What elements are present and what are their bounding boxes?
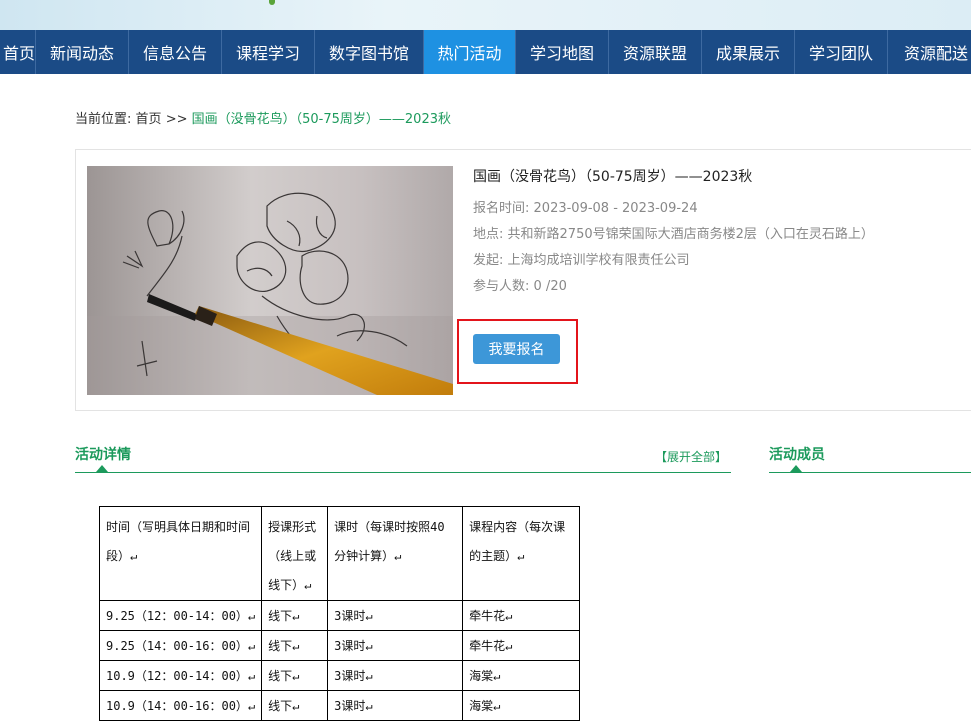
table-row: 9.25（14：00-16：00）↵ 线下↵ 3课时↵ 牵牛花↵: [98, 630, 581, 661]
table-header-cell: 时间（写明具体日期和时间段）↵: [98, 506, 263, 601]
table-cell: 3课时↵: [327, 660, 464, 691]
nav-item-home[interactable]: 首页: [0, 30, 36, 74]
nav-item-label: 数字图书馆: [328, 44, 409, 63]
nav-item-label: 资源配送: [904, 44, 969, 63]
nav-item-news[interactable]: 新闻动态: [36, 30, 129, 74]
activity-image[interactable]: [87, 166, 453, 395]
table-row: 10.9（12：00-14：00）↵ 线下↵ 3课时↵ 海棠↵: [98, 660, 581, 691]
table-cell: 3课时↵: [327, 600, 464, 631]
table-row: 10.9（14：00-16：00）↵ 线下↵ 3课时↵ 海棠↵: [98, 690, 581, 721]
table-cell: 线下↵: [261, 630, 329, 661]
nav-item-label: 新闻动态: [49, 44, 114, 63]
logo-sprout-icon: [269, 0, 275, 5]
section-pointer-icon: [96, 465, 108, 472]
section-pointer-icon: [790, 465, 802, 472]
nav-item-label: 热门活动: [437, 44, 502, 63]
signup-time-value: 2023-09-08 - 2023-09-24: [533, 201, 698, 216]
nav-item-resource-delivery[interactable]: 资源配送: [888, 30, 971, 74]
table-cell: 10.9（14：00-16：00）↵: [98, 690, 263, 721]
breadcrumb-current[interactable]: 国画（没骨花鸟）（50-75周岁）——2023秋: [192, 112, 451, 127]
activity-details-heading: 活动详情: [75, 447, 131, 463]
signup-button[interactable]: 我要报名: [473, 334, 560, 364]
nav-item-courses[interactable]: 课程学习: [222, 30, 315, 74]
table-header-cell: 课时（每课时按照40分钟计算）↵: [327, 506, 464, 601]
table-cell: 3课时↵: [327, 630, 464, 661]
organizer-row: 发起: 上海均成培训学校有限责任公司: [473, 248, 971, 274]
organizer-label: 发起:: [473, 253, 504, 268]
location-label: 地点:: [473, 227, 504, 242]
nav-item-achievements[interactable]: 成果展示: [702, 30, 795, 74]
signup-highlight-box: 我要报名: [457, 319, 578, 384]
table-cell: 牵牛花↵: [462, 630, 581, 661]
organizer-value: 上海均成培训学校有限责任公司: [507, 253, 690, 268]
nav-item-library[interactable]: 数字图书馆: [315, 30, 424, 74]
nav-item-hot-activities[interactable]: 热门活动: [424, 30, 516, 74]
nav-item-label: 课程学习: [235, 44, 300, 63]
nav-item-label: 学习团队: [808, 44, 873, 63]
nav-item-label: 信息公告: [142, 44, 207, 63]
table-cell: 线下↵: [261, 690, 329, 721]
breadcrumb-separator: >>: [165, 112, 188, 127]
signup-time-label: 报名时间:: [473, 201, 530, 216]
location-value: 共和新路2750号锦荣国际大酒店商务楼2层（入口在灵石路上）: [507, 227, 874, 242]
table-cell: 牵牛花↵: [462, 600, 581, 631]
nav-item-label: 学习地图: [529, 44, 594, 63]
schedule-table: 时间（写明具体日期和时间段）↵ 授课形式（线上或线下）↵ 课时（每课时按照40分…: [98, 506, 581, 721]
nav-item-resource-alliance[interactable]: 资源联盟: [609, 30, 702, 74]
signup-time-row: 报名时间: 2023-09-08 - 2023-09-24: [473, 196, 971, 222]
expand-all-link[interactable]: 【展开全部】: [655, 448, 727, 465]
table-cell: 线下↵: [261, 660, 329, 691]
table-cell: 10.9（12：00-14：00）↵: [98, 660, 263, 691]
nav-item-notices[interactable]: 信息公告: [129, 30, 222, 74]
breadcrumb-home-link[interactable]: 首页: [136, 112, 162, 127]
activity-info: 国画（没骨花鸟）（50-75周岁）——2023秋 报名时间: 2023-09-0…: [473, 166, 971, 300]
table-cell: 9.25（12：00-14：00）↵: [98, 600, 263, 631]
main-nav: 首页 新闻动态 信息公告 课程学习 数字图书馆 热门活动 学习地图 资源联盟 成…: [0, 30, 971, 74]
table-cell: 线下↵: [261, 600, 329, 631]
top-banner: [0, 0, 971, 30]
table-header-row: 时间（写明具体日期和时间段）↵ 授课形式（线上或线下）↵ 课时（每课时按照40分…: [98, 506, 581, 601]
table-cell: 海棠↵: [462, 660, 581, 691]
table-header-cell: 授课形式（线上或线下）↵: [261, 506, 329, 601]
activity-card: 国画（没骨花鸟）（50-75周岁）——2023秋 报名时间: 2023-09-0…: [75, 149, 971, 411]
nav-item-learning-map[interactable]: 学习地图: [516, 30, 609, 74]
nav-item-learning-teams[interactable]: 学习团队: [795, 30, 888, 74]
table-cell: 海棠↵: [462, 690, 581, 721]
activity-details-header: 活动详情 【展开全部】: [75, 443, 731, 473]
table-cell: 9.25（14：00-16：00）↵: [98, 630, 263, 661]
table-cell: 3课时↵: [327, 690, 464, 721]
breadcrumb: 当前位置: 首页 >> 国画（没骨花鸟）（50-75周岁）——2023秋: [75, 108, 451, 127]
nav-item-label: 资源联盟: [622, 44, 687, 63]
activity-members-heading: 活动成员: [769, 447, 825, 463]
table-row: 9.25（12：00-14：00）↵ 线下↵ 3课时↵ 牵牛花↵: [98, 600, 581, 631]
nav-item-label: 首页: [2, 44, 35, 63]
breadcrumb-prefix: 当前位置:: [75, 112, 132, 127]
location-row: 地点: 共和新路2750号锦荣国际大酒店商务楼2层（入口在灵石路上）: [473, 222, 971, 248]
participants-label: 参与人数:: [473, 279, 530, 294]
ink-painting-illustration: [87, 166, 453, 395]
table-header-cell: 课程内容（每次课的主题）↵: [462, 506, 581, 601]
participants-row: 参与人数: 0 /20: [473, 274, 971, 300]
nav-item-label: 成果展示: [715, 44, 780, 63]
participants-value: 0 /20: [533, 279, 567, 294]
activity-title: 国画（没骨花鸟）（50-75周岁）——2023秋: [473, 169, 753, 185]
activity-members-header: 活动成员: [769, 443, 971, 473]
